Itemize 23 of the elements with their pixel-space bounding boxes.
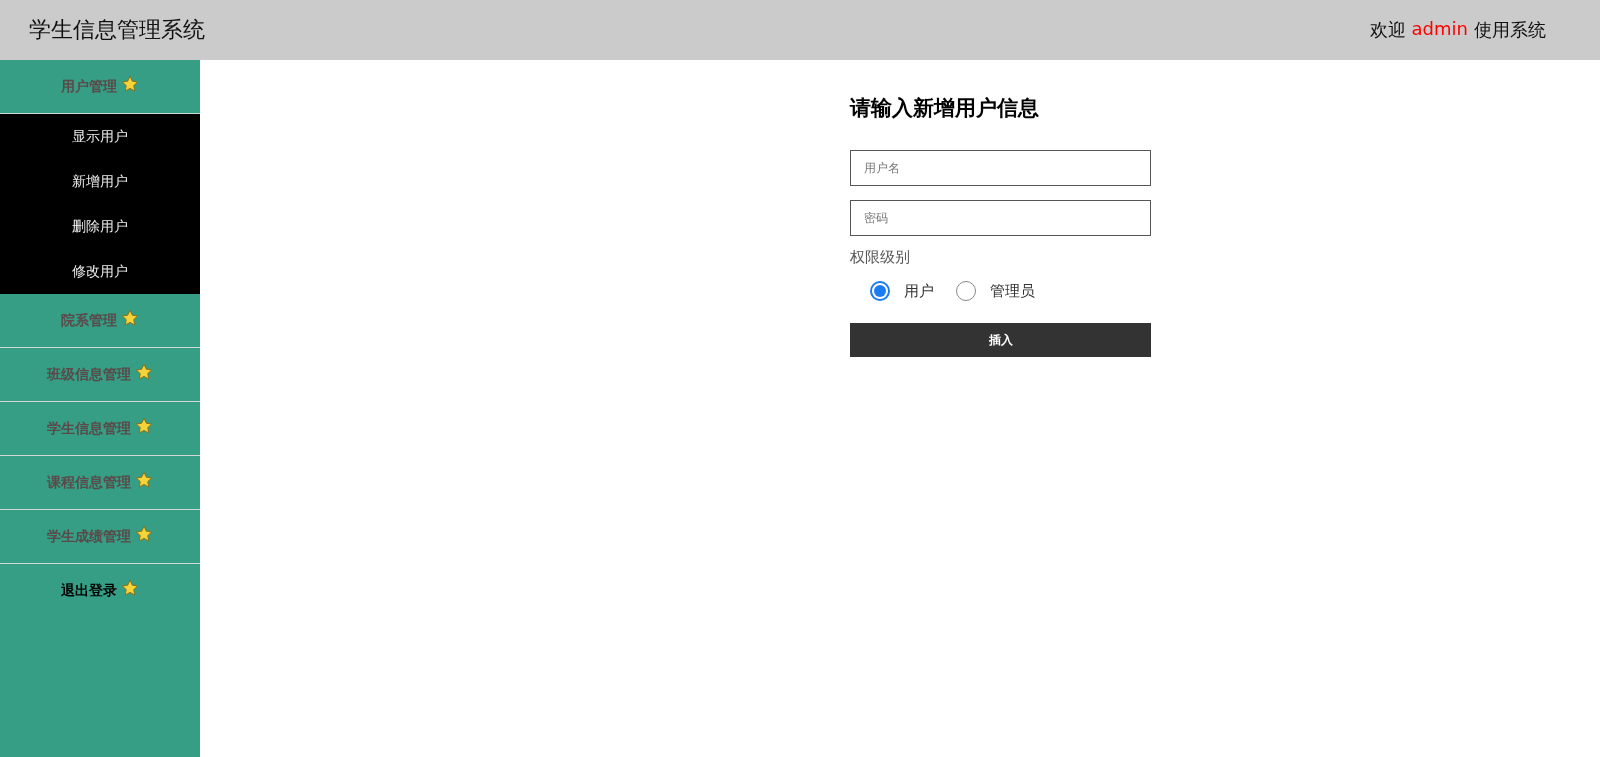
submenu-item[interactable]: 删除用户 [0, 204, 200, 249]
form-title: 请输入新增用户信息 [850, 95, 1040, 122]
app-title: 学生信息管理系统 [29, 16, 205, 44]
radio-icon[interactable] [870, 281, 890, 301]
input-field[interactable]: 用户名 [850, 150, 1151, 186]
star-icon [135, 471, 153, 489]
submenu-item[interactable]: 新增用户 [0, 159, 200, 204]
star-icon [135, 525, 153, 543]
star-icon [121, 75, 139, 93]
welcome-text: 欢迎 [1369, 18, 1406, 42]
submenu-item[interactable]: 修改用户 [0, 249, 200, 294]
insert-button[interactable]: 插入 [850, 323, 1151, 357]
role-label: 权限级别 [850, 248, 911, 267]
star-icon [135, 417, 153, 435]
submenu-item[interactable]: 显示用户 [0, 114, 200, 159]
star-icon [121, 309, 139, 327]
star-icon [121, 579, 139, 597]
role-option[interactable]: 管理员 [956, 281, 1035, 301]
role-option[interactable]: 用户 [870, 281, 934, 301]
input-field[interactable]: 密码 [850, 200, 1151, 236]
welcome-text: 使用系统 [1474, 18, 1546, 42]
star-icon [135, 363, 153, 381]
username-text: admin [1411, 18, 1468, 41]
